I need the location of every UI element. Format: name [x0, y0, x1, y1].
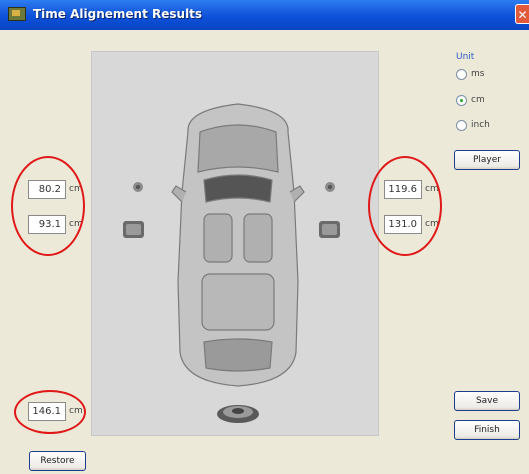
unit-group-title: Unit	[456, 52, 475, 62]
front-right-distance-input[interactable]: 119.6	[384, 180, 422, 199]
front-left-unit-label: cm	[69, 184, 83, 194]
highlight-circle-left	[11, 156, 85, 256]
restore-button[interactable]: Restore	[29, 451, 86, 471]
subwoofer-distance-input[interactable]: 146.1	[28, 402, 66, 421]
car-top-view	[123, 103, 340, 423]
radio-cm-label: cm	[471, 95, 485, 105]
unit-radio-group: Unit ms cm inch	[456, 52, 526, 132]
rear-right-unit-label: cm	[425, 219, 439, 229]
front-right-unit-label: cm	[425, 184, 439, 194]
radio-ms[interactable]	[456, 69, 467, 80]
subwoofer-unit-label: cm	[69, 406, 83, 416]
speaker-front-left-icon	[133, 182, 143, 192]
rear-left-unit-label: cm	[69, 219, 83, 229]
speaker-rear-right-icon	[319, 221, 340, 238]
subwoofer-icon	[217, 405, 259, 423]
radio-inch[interactable]	[456, 120, 467, 131]
radio-cm[interactable]	[456, 95, 467, 106]
radio-ms-label: ms	[471, 69, 485, 79]
title-bar: Time Alignement Results ✕	[0, 0, 529, 30]
rear-left-distance-input[interactable]: 93.1	[28, 215, 66, 234]
window-title: Time Alignement Results	[33, 7, 203, 21]
car-outline	[171, 103, 305, 387]
speaker-front-right-icon	[325, 182, 335, 192]
player-button[interactable]: Player	[454, 150, 520, 170]
front-left-distance-input[interactable]: 80.2	[28, 180, 66, 199]
app-icon	[8, 7, 26, 21]
close-button[interactable]: ✕	[515, 4, 529, 24]
speaker-rear-left-icon	[123, 221, 144, 238]
finish-button[interactable]: Finish	[454, 420, 520, 440]
rear-right-distance-input[interactable]: 131.0	[384, 215, 422, 234]
radio-inch-label: inch	[471, 120, 490, 130]
car-diagram-panel	[91, 51, 379, 436]
save-button[interactable]: Save	[454, 391, 520, 411]
